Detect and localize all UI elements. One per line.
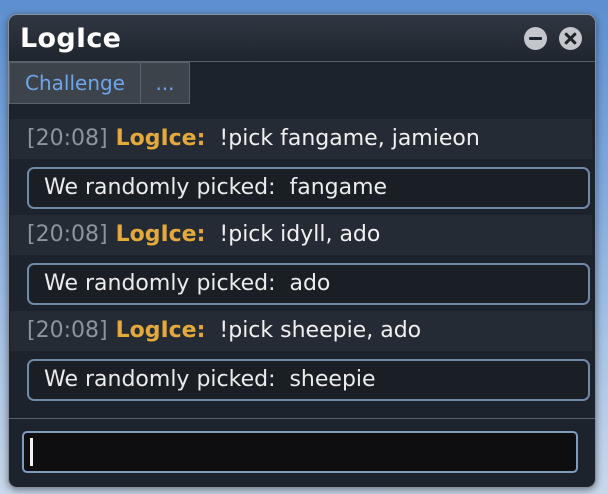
- minimize-button[interactable]: [524, 27, 547, 50]
- tab-more[interactable]: ...: [140, 62, 190, 104]
- message-text: !pick fangame, jamieon: [219, 126, 480, 151]
- divider: [9, 418, 595, 419]
- message-username[interactable]: LogIce:: [116, 126, 206, 151]
- chat-log: [20:08] LogIce: !pick fangame, jamieon We …: [10, 115, 592, 419]
- close-button[interactable]: [559, 27, 582, 50]
- message-text: !pick sheepie, ado: [219, 318, 422, 343]
- chat-window: LogIce Challenge ... [20:08] LogIce: !pick…: [8, 14, 596, 488]
- bot-result-box: We randomly picked: sheepie: [27, 359, 590, 401]
- message-timestamp: [20:08]: [27, 318, 108, 343]
- window-title: LogIce: [20, 23, 122, 54]
- text-caret: [30, 438, 33, 466]
- tab-bar: Challenge ...: [9, 62, 595, 104]
- tab-challenge[interactable]: Challenge: [9, 62, 141, 104]
- minimize-icon: [529, 37, 542, 40]
- message-timestamp: [20:08]: [27, 126, 108, 151]
- chat-message: [20:08] LogIce: !pick sheepie, ado: [10, 311, 592, 351]
- title-bar[interactable]: LogIce: [9, 15, 595, 62]
- chat-message: [20:08] LogIce: !pick idyll, ado: [10, 215, 592, 255]
- chat-input[interactable]: [22, 431, 578, 473]
- message-text: !pick idyll, ado: [219, 222, 381, 247]
- message-timestamp: [20:08]: [27, 222, 108, 247]
- message-username[interactable]: LogIce:: [116, 222, 206, 247]
- bot-result-box: We randomly picked: ado: [27, 263, 590, 305]
- message-username[interactable]: LogIce:: [116, 318, 206, 343]
- bot-result-box: We randomly picked: fangame: [27, 167, 590, 209]
- chat-message: [20:08] LogIce: !pick fangame, jamieon: [10, 119, 592, 159]
